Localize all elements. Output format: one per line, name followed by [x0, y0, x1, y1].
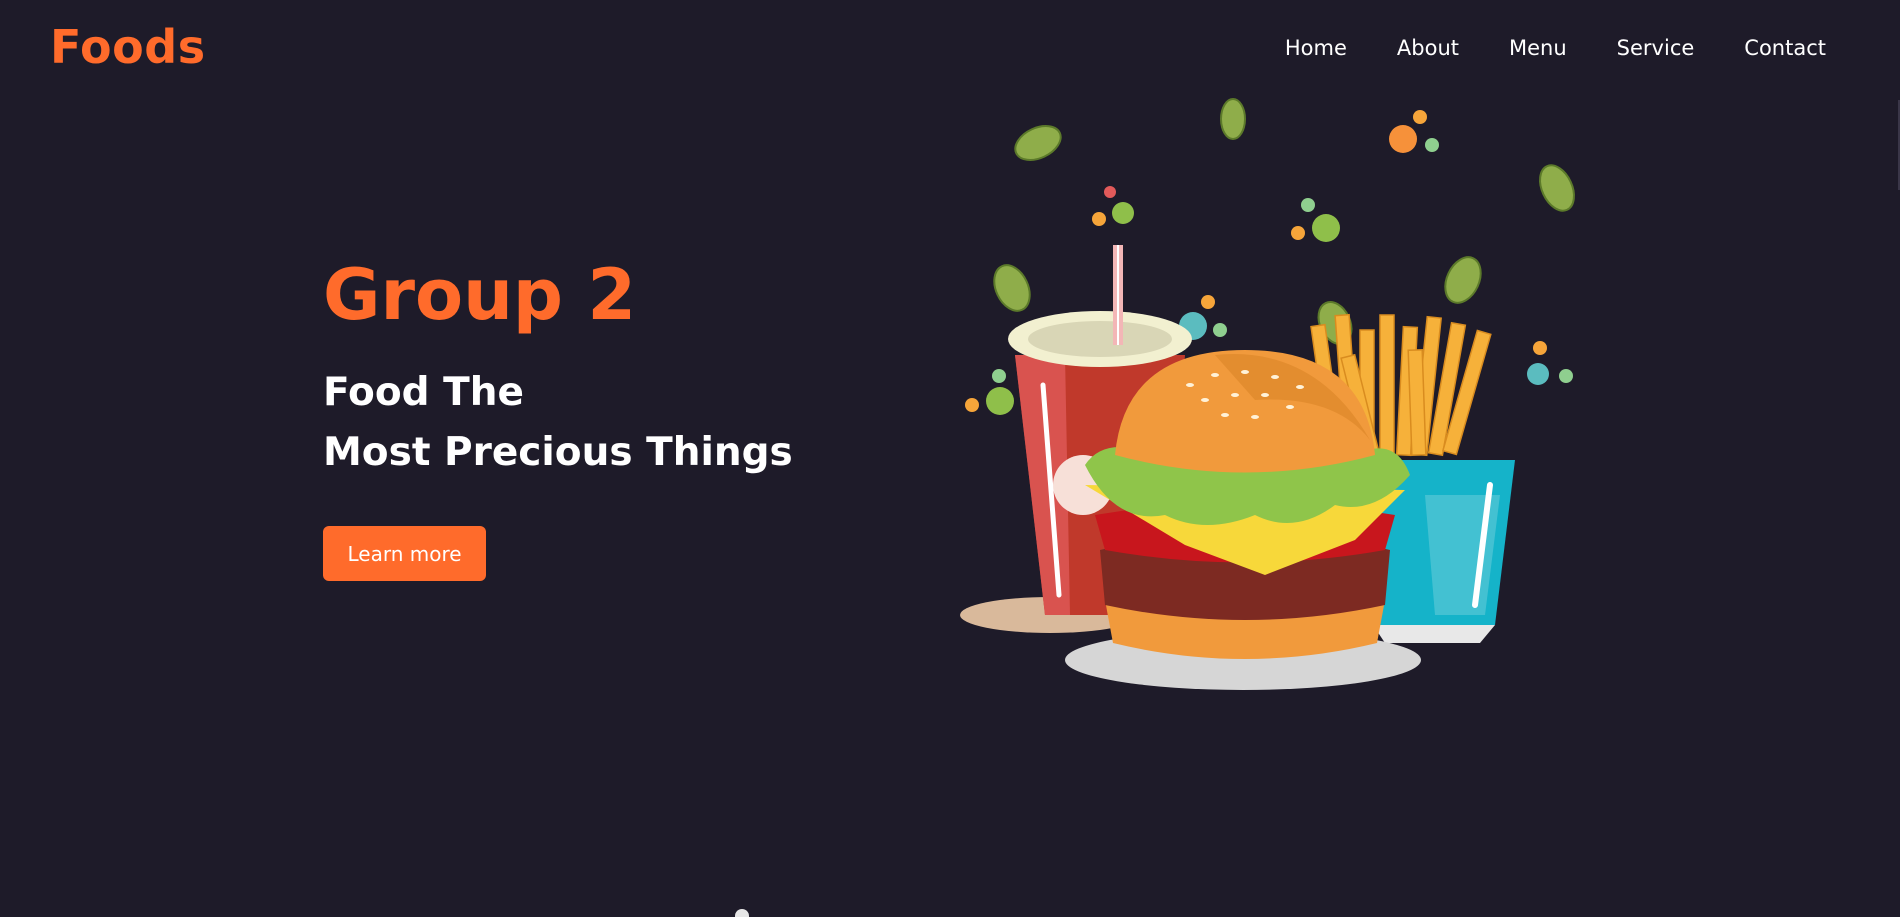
hero-subtitle-line-2: Most Precious Things	[323, 430, 793, 475]
hero-subtitle-line-1: Food The	[323, 370, 524, 415]
hero-title: Group 2	[323, 254, 637, 336]
scroll-indicator-icon	[735, 909, 749, 917]
nav-menu[interactable]: Menu	[1509, 36, 1567, 60]
nav-service[interactable]: Service	[1617, 36, 1695, 60]
hero-section: Group 2 Food The Most Precious Things	[323, 255, 793, 483]
hero-subtitle: Food The Most Precious Things	[323, 363, 793, 483]
nav-about[interactable]: About	[1397, 36, 1459, 60]
learn-more-button[interactable]: Learn more	[323, 526, 486, 581]
food-illustration	[960, 98, 1575, 690]
logo[interactable]: Foods	[50, 20, 206, 74]
nav-contact[interactable]: Contact	[1744, 36, 1826, 60]
nav-home[interactable]: Home	[1285, 36, 1347, 60]
main-nav: Home About Menu Service Contact	[1285, 36, 1826, 60]
